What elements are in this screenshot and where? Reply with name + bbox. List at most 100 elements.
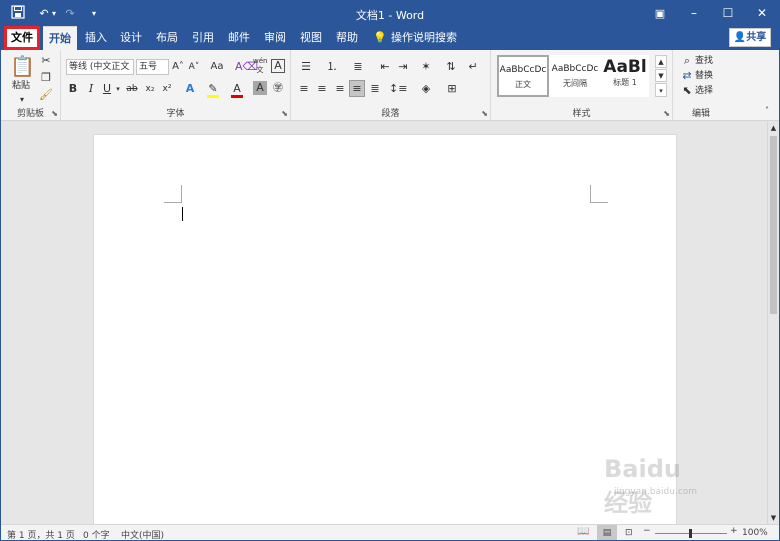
style-normal[interactable]: AaBbCcDc 正文 bbox=[497, 55, 549, 97]
bullets-icon[interactable]: ☰ bbox=[297, 59, 315, 75]
subscript-icon[interactable]: x₂ bbox=[143, 81, 157, 97]
change-case-button[interactable]: Aa bbox=[207, 59, 227, 75]
scroll-up-icon[interactable]: ▲ bbox=[769, 124, 778, 132]
font-name-combo[interactable]: 等线 (中文正文 bbox=[66, 59, 134, 75]
superscript-icon[interactable]: x² bbox=[160, 81, 174, 97]
scroll-down-icon[interactable]: ▼ bbox=[769, 514, 778, 522]
document-page[interactable]: Baidu经验 jingyan.baidu.com bbox=[93, 134, 697, 534]
zoom-in-icon[interactable]: + bbox=[730, 526, 738, 536]
bold-icon[interactable]: B bbox=[66, 81, 80, 97]
show-hide-marks-icon[interactable]: ↵ bbox=[465, 59, 481, 75]
font-launcher-icon[interactable]: ⬊ bbox=[281, 109, 288, 118]
paragraph-launcher-icon[interactable]: ⬊ bbox=[481, 109, 488, 118]
text-cursor bbox=[182, 207, 183, 221]
style-no-spacing-preview: AaBbCcDc bbox=[551, 64, 599, 74]
share-button[interactable]: 👤共享 bbox=[729, 28, 771, 47]
word-window: ↶ ▾ ↷ ▾ 文档1 - Word ▣ – ☐ ✕ 文件 开始 插入 设计 布… bbox=[0, 0, 780, 541]
italic-icon[interactable]: I bbox=[84, 81, 98, 97]
select-button[interactable]: 选择 bbox=[695, 83, 721, 99]
copy-icon[interactable]: ❐ bbox=[38, 70, 54, 86]
grow-font-icon[interactable]: A˄ bbox=[171, 59, 185, 75]
numbering-icon[interactable]: ⒈ bbox=[323, 59, 341, 75]
style-no-spacing-name: 无间隔 bbox=[563, 79, 587, 88]
strikethrough-icon[interactable]: ab bbox=[124, 81, 140, 97]
collapse-ribbon-icon[interactable]: ˄ bbox=[761, 103, 773, 119]
cut-icon[interactable]: ✂ bbox=[38, 53, 54, 69]
style-no-spacing[interactable]: AaBbCcDc 无间隔 bbox=[549, 55, 601, 97]
style-heading-1[interactable]: AaBl 标题 1 bbox=[601, 55, 649, 97]
page-count[interactable]: 第 1 页，共 1 页 bbox=[7, 528, 75, 540]
underline-dropdown-icon[interactable]: ▾ bbox=[114, 81, 122, 97]
align-center-icon[interactable]: ≡ bbox=[315, 81, 329, 97]
style-heading-1-preview: AaBl bbox=[603, 57, 647, 77]
group-editing: ⌕ 查找 ⇄ 替换 ⬉ 选择 编辑 bbox=[673, 50, 729, 121]
tab-file[interactable]: 文件 bbox=[4, 26, 40, 50]
editing-label: 编辑 bbox=[691, 109, 710, 119]
shrink-font-icon[interactable]: A˅ bbox=[187, 59, 201, 75]
find-icon[interactable]: ⌕ bbox=[681, 53, 693, 69]
multilevel-list-icon[interactable]: ≣ bbox=[349, 59, 367, 75]
borders-icon[interactable]: ⊞ bbox=[443, 81, 461, 97]
ribbon-home: 📋 粘贴 ▾ ✂ ❐ 🖌 剪贴板 ⬊ 等线 (中文正文 五号 A˄ A˅ Aa … bbox=[1, 50, 779, 121]
tab-insert[interactable]: 插入 bbox=[79, 26, 113, 50]
tab-home[interactable]: 开始 bbox=[43, 26, 77, 50]
font-size-combo[interactable]: 五号 bbox=[136, 59, 169, 75]
select-icon[interactable]: ⬉ bbox=[681, 83, 693, 99]
styles-more-icon[interactable]: ▾ bbox=[655, 83, 667, 97]
lightbulb-icon: 💡 bbox=[373, 31, 387, 44]
tell-me-search[interactable]: 操作说明搜索 bbox=[391, 26, 457, 50]
styles-scroll-down-icon[interactable]: ▼ bbox=[655, 69, 667, 82]
styles-launcher-icon[interactable]: ⬊ bbox=[663, 109, 670, 118]
line-spacing-icon[interactable]: ↕≡ bbox=[389, 81, 407, 97]
minimize-button[interactable]: – bbox=[677, 1, 711, 26]
justify-icon[interactable]: ≡ bbox=[349, 80, 365, 97]
decrease-indent-icon[interactable]: ⇤ bbox=[377, 59, 393, 75]
clipboard-launcher-icon[interactable]: ⬊ bbox=[51, 109, 58, 118]
scroll-thumb[interactable] bbox=[770, 136, 777, 314]
read-mode-icon[interactable]: 📖 bbox=[577, 526, 589, 537]
highlight-color-icon[interactable]: ✎ bbox=[205, 81, 221, 98]
text-effects-icon[interactable]: A bbox=[183, 81, 197, 97]
align-left-icon[interactable]: ≡ bbox=[297, 81, 311, 97]
paste-icon[interactable]: 📋 bbox=[10, 54, 35, 78]
close-button[interactable]: ✕ bbox=[745, 1, 779, 26]
align-right-icon[interactable]: ≡ bbox=[333, 81, 347, 97]
language-indicator[interactable]: 中文(中国) bbox=[121, 528, 164, 540]
tab-mailings[interactable]: 邮件 bbox=[222, 26, 256, 50]
find-button[interactable]: 查找 bbox=[695, 53, 721, 69]
format-painter-icon[interactable]: 🖌 bbox=[38, 87, 54, 103]
character-border-icon[interactable]: A bbox=[271, 59, 285, 73]
style-heading-1-name: 标题 1 bbox=[613, 78, 637, 87]
sort-icon[interactable]: ⇅ bbox=[443, 59, 459, 75]
tab-help[interactable]: 帮助 bbox=[330, 26, 364, 50]
distributed-icon[interactable]: ≣ bbox=[368, 81, 382, 97]
maximize-button[interactable]: ☐ bbox=[711, 1, 745, 26]
tab-review[interactable]: 审阅 bbox=[258, 26, 292, 50]
enclose-characters-icon[interactable]: ㊫ bbox=[271, 81, 285, 97]
chinese-layout-icon[interactable]: ✶ bbox=[417, 59, 435, 75]
zoom-out-icon[interactable]: − bbox=[643, 526, 651, 536]
tab-layout[interactable]: 布局 bbox=[150, 26, 184, 50]
font-color-icon[interactable]: A bbox=[229, 81, 245, 98]
underline-icon[interactable]: U bbox=[100, 81, 114, 97]
zoom-slider-thumb[interactable] bbox=[689, 529, 692, 538]
tab-references[interactable]: 引用 bbox=[186, 26, 220, 50]
increase-indent-icon[interactable]: ⇥ bbox=[395, 59, 411, 75]
styles-scroll-up-icon[interactable]: ▲ bbox=[655, 55, 667, 68]
web-layout-icon[interactable]: ⊡ bbox=[625, 528, 633, 538]
zoom-level[interactable]: 100% bbox=[742, 528, 768, 538]
replace-button[interactable]: 替换 bbox=[695, 68, 721, 84]
character-shading-icon[interactable]: A bbox=[253, 81, 267, 95]
vertical-scrollbar[interactable]: ▲ ▼ bbox=[767, 122, 779, 524]
clear-formatting-icon[interactable]: A⌫ bbox=[235, 59, 258, 75]
shading-icon[interactable]: ◈ bbox=[417, 81, 435, 97]
word-count[interactable]: 0 个字 bbox=[83, 528, 110, 540]
tab-design[interactable]: 设计 bbox=[114, 26, 148, 50]
phonetic-guide-icon[interactable]: wén 文 bbox=[253, 57, 267, 75]
share-label: 共享 bbox=[746, 32, 767, 43]
print-layout-icon[interactable]: ▤ bbox=[597, 525, 617, 540]
ribbon-display-options-icon[interactable]: ▣ bbox=[643, 1, 677, 26]
group-paragraph: ☰ ⒈ ≣ ⇤ ⇥ ✶ ⇅ ↵ ≡ ≡ ≡ ≡ ≣ ↕≡ ◈ ⊞ 段落 ⬊ bbox=[291, 50, 491, 121]
tab-view[interactable]: 视图 bbox=[294, 26, 328, 50]
replace-icon[interactable]: ⇄ bbox=[681, 68, 693, 84]
